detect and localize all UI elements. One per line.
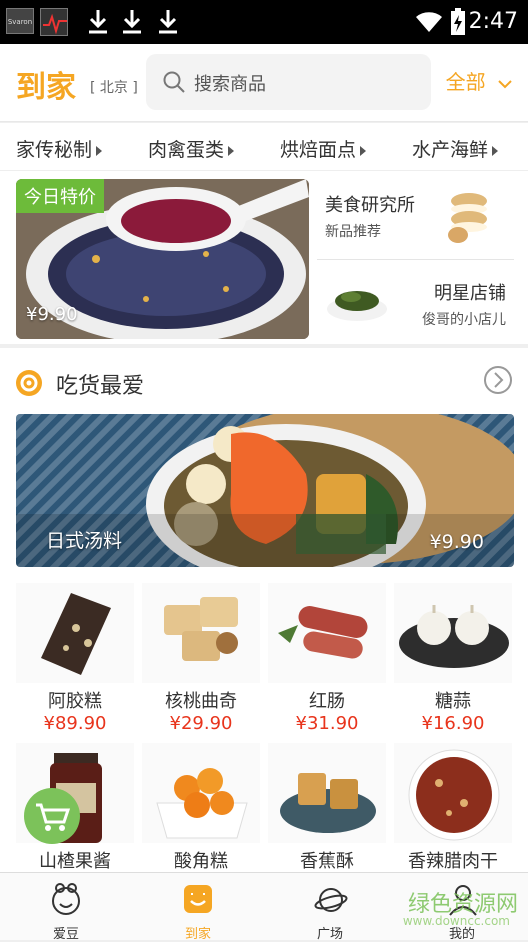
search-placeholder: 搜索商品 bbox=[194, 74, 266, 95]
category-bar: 家传秘制 肉禽蛋类 烘焙面点 水产海鲜 bbox=[0, 123, 528, 171]
daily-special-tag: 今日特价 bbox=[16, 179, 104, 213]
product-name: 阿胶糕 bbox=[48, 691, 102, 712]
product-price: ¥89.90 bbox=[43, 713, 107, 734]
divider bbox=[317, 259, 514, 260]
food-lab-card[interactable]: 美食研究所 新品推荐 bbox=[317, 179, 514, 259]
daily-special-price: ¥9.90 bbox=[26, 304, 78, 325]
app-thumbnail-icon: Svaron bbox=[6, 8, 34, 34]
app-logo: 到家 bbox=[16, 70, 76, 105]
category-tab-1[interactable]: 家传秘制 bbox=[16, 135, 103, 162]
product-name: 红肠 bbox=[309, 691, 345, 712]
donut-icon bbox=[16, 370, 42, 396]
product-image bbox=[394, 743, 512, 843]
category-tab-3[interactable]: 烘焙面点 bbox=[280, 135, 367, 162]
section-title: 吃货最爱 bbox=[56, 374, 145, 399]
product-price: ¥29.90 bbox=[169, 713, 233, 734]
header: 到家 [ 北京 ] 搜索商品 全部 bbox=[0, 44, 528, 122]
tab-label: 到家 bbox=[184, 927, 211, 942]
city-selector[interactable]: [ 北京 ] bbox=[90, 77, 138, 97]
daily-special-card[interactable]: 今日特价 ¥9.90 bbox=[16, 179, 309, 339]
filter-label: 全部 bbox=[445, 70, 486, 94]
download-icon bbox=[120, 8, 144, 36]
tab-idol[interactable]: 爱豆 bbox=[0, 873, 132, 942]
product-image bbox=[268, 583, 386, 683]
food-lab-subtitle: 新品推荐 bbox=[325, 224, 381, 240]
banner-product-price: ¥9.90 bbox=[429, 531, 484, 553]
product-name: 糖蒜 bbox=[435, 691, 471, 712]
promo-area: 今日特价 ¥9.90 美食研究所 新品推荐 明星店铺 俊哥的小店儿 bbox=[0, 171, 528, 344]
wifi-icon bbox=[414, 8, 444, 36]
macaron-image bbox=[448, 193, 487, 243]
product-name: 山楂果酱 bbox=[39, 851, 111, 872]
category-label: 烘焙面点 bbox=[280, 139, 357, 161]
tab-home-delivery[interactable]: 到家 bbox=[132, 873, 264, 942]
planet-icon bbox=[314, 888, 348, 912]
download-icon bbox=[86, 8, 110, 36]
product-name: 香蕉酥 bbox=[300, 851, 354, 872]
battery-icon bbox=[450, 8, 466, 36]
product-image bbox=[142, 583, 260, 683]
featured-banner[interactable]: 日式汤料 ¥9.90 bbox=[16, 414, 514, 567]
caret-right-icon bbox=[96, 145, 103, 156]
search-icon bbox=[163, 71, 185, 93]
product-name: 核桃曲奇 bbox=[165, 691, 237, 712]
category-label: 水产海鲜 bbox=[412, 139, 489, 161]
star-shop-title: 明星店铺 bbox=[434, 283, 506, 304]
product-image bbox=[268, 743, 386, 843]
face-icon bbox=[52, 883, 80, 915]
chevron-down-icon bbox=[498, 79, 512, 88]
food-lab-title: 美食研究所 bbox=[325, 195, 415, 216]
product-price: ¥31.90 bbox=[295, 713, 359, 734]
vegetable-dish-image bbox=[327, 291, 387, 321]
category-label: 家传秘制 bbox=[16, 139, 93, 161]
caret-right-icon bbox=[492, 145, 499, 156]
download-icon bbox=[156, 8, 180, 36]
tab-label: 广场 bbox=[316, 927, 343, 942]
banner-product-name: 日式汤料 bbox=[46, 530, 123, 552]
cart-button[interactable] bbox=[24, 788, 80, 844]
more-arrow-icon[interactable] bbox=[484, 366, 512, 394]
product-name: 酸角糕 bbox=[174, 851, 228, 872]
category-tab-2[interactable]: 肉禽蛋类 bbox=[148, 135, 235, 162]
category-label: 肉禽蛋类 bbox=[148, 139, 225, 161]
caret-right-icon bbox=[360, 145, 367, 156]
pulse-icon bbox=[40, 8, 68, 36]
product-name: 香辣腊肉干 bbox=[408, 851, 498, 872]
status-bar: Svaron 2:47 bbox=[0, 0, 528, 44]
tab-plaza[interactable]: 广场 bbox=[264, 873, 396, 942]
caret-right-icon bbox=[228, 145, 235, 156]
product-price: ¥16.90 bbox=[421, 713, 485, 734]
product-image bbox=[16, 583, 134, 683]
star-shop-subtitle: 俊哥的小店儿 bbox=[422, 312, 506, 328]
clock: 2:47 bbox=[468, 9, 518, 34]
category-tab-4[interactable]: 水产海鲜 bbox=[412, 135, 499, 162]
cart-icon bbox=[36, 803, 71, 831]
tab-label: 爱豆 bbox=[52, 927, 79, 942]
favorites-section: 吃货最爱 日式汤料 ¥9.90 阿胶糕 ¥89.90 核桃曲奇 ¥29.90 红… bbox=[0, 348, 528, 940]
filter-dropdown[interactable]: 全部 bbox=[446, 66, 512, 95]
product-image bbox=[142, 743, 260, 843]
smile-bag-icon bbox=[184, 885, 212, 913]
star-shop-card[interactable]: 明星店铺 俊哥的小店儿 bbox=[317, 261, 514, 341]
search-input[interactable]: 搜索商品 bbox=[146, 54, 431, 110]
product-image bbox=[394, 583, 512, 683]
watermark-url: www.downcc.com bbox=[402, 914, 510, 928]
